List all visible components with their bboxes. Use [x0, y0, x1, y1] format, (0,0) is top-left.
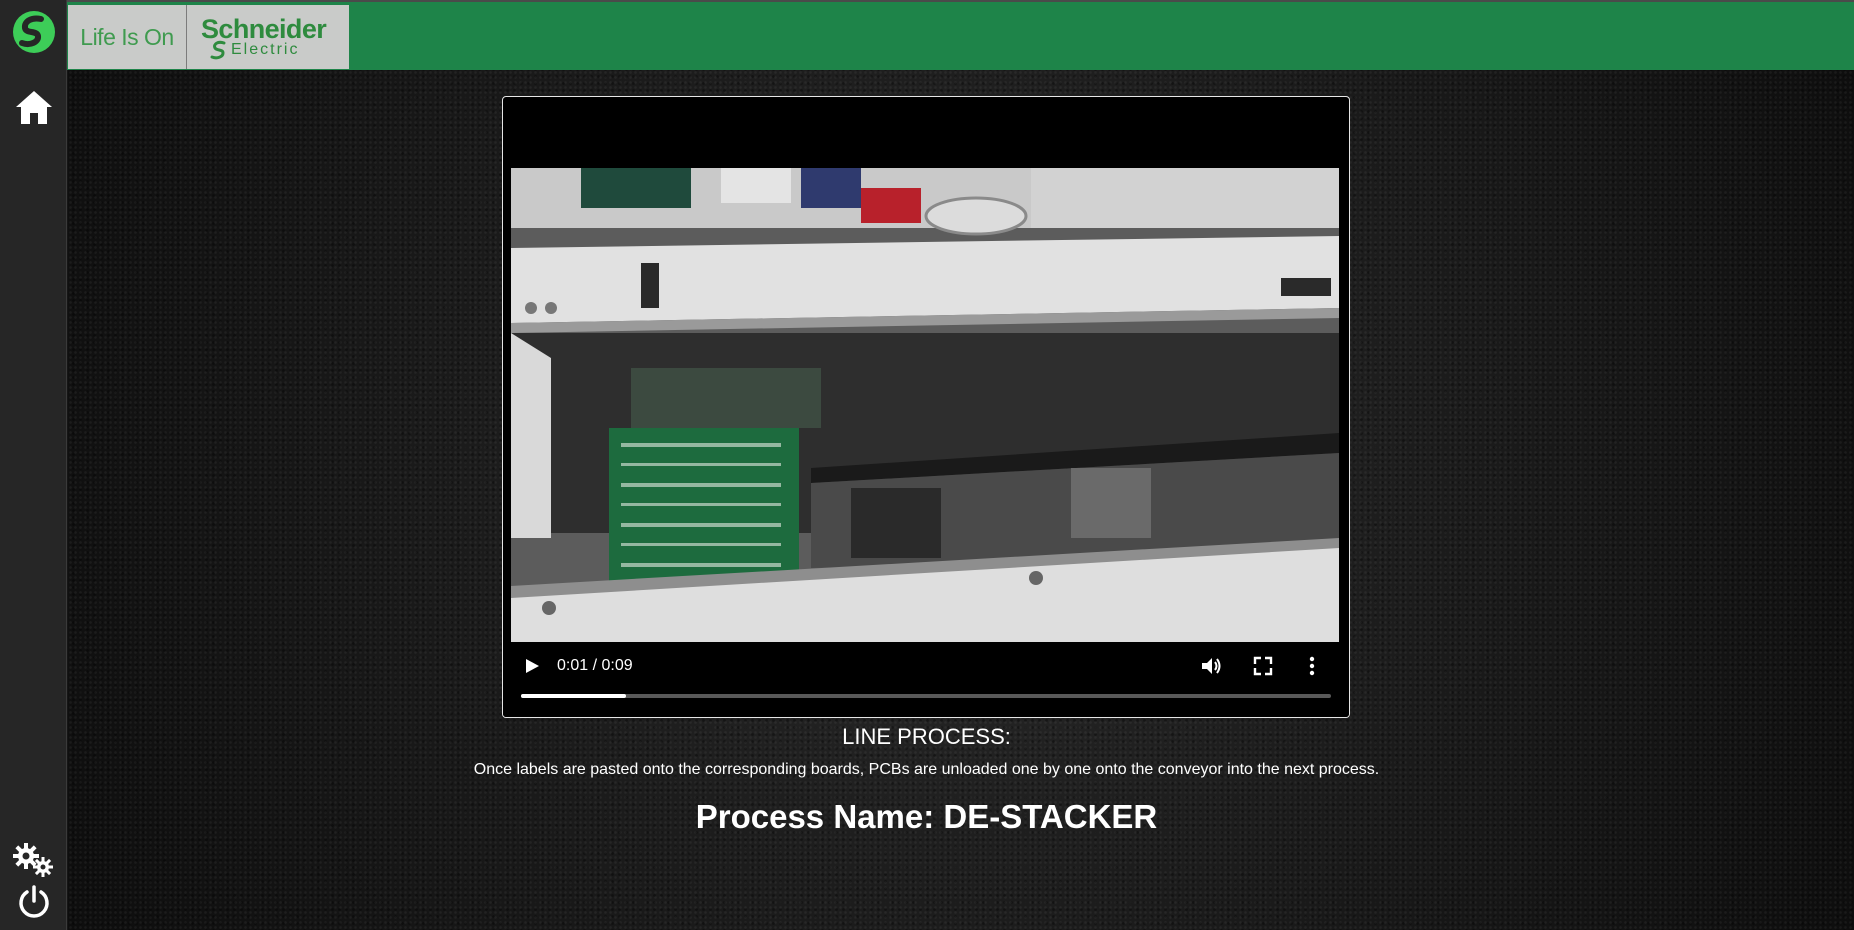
fullscreen-icon[interactable]	[1253, 656, 1273, 676]
video-player[interactable]: 0:01 / 0:09	[502, 96, 1350, 718]
power-icon[interactable]	[16, 884, 52, 920]
logo-tagline: Life Is On	[68, 5, 187, 69]
process-name: Process Name: DE-STACKER	[68, 798, 1785, 836]
schneider-electric-logo: Life Is On Schneider Electric	[68, 5, 349, 69]
main-content: 0:01 / 0:09 LINE PROCESS: Once labels ar…	[68, 70, 1854, 930]
video-controls: 0:01 / 0:09	[503, 643, 1349, 717]
home-icon[interactable]	[14, 88, 54, 128]
line-process-description: Once labels are pasted onto the correspo…	[473, 761, 1380, 778]
process-name-value: DE-STACKER	[943, 798, 1158, 835]
settings-icon[interactable]	[12, 842, 56, 878]
schneider-mark-icon	[13, 11, 55, 53]
process-name-label: Process Name:	[695, 798, 935, 835]
video-progress-fill	[521, 694, 627, 698]
sidebar	[0, 0, 67, 930]
logo-company: Schneider Electric	[187, 5, 349, 69]
play-icon[interactable]	[523, 657, 541, 675]
volume-icon[interactable]	[1200, 656, 1222, 676]
top-bar: Life Is On Schneider Electric	[67, 0, 1854, 70]
logo-company-bottom-text: Electric	[231, 41, 300, 58]
video-time: 0:01 / 0:09	[557, 657, 633, 674]
logo-mark-icon	[210, 40, 226, 60]
logo-company-bottom: Electric	[210, 40, 349, 60]
logo-company-top: Schneider	[201, 14, 327, 44]
more-options-icon[interactable]	[1308, 655, 1316, 677]
video-frame-image	[511, 168, 1339, 642]
line-process-title: LINE PROCESS:	[842, 724, 1011, 749]
video-progress-bar[interactable]	[521, 694, 1331, 698]
